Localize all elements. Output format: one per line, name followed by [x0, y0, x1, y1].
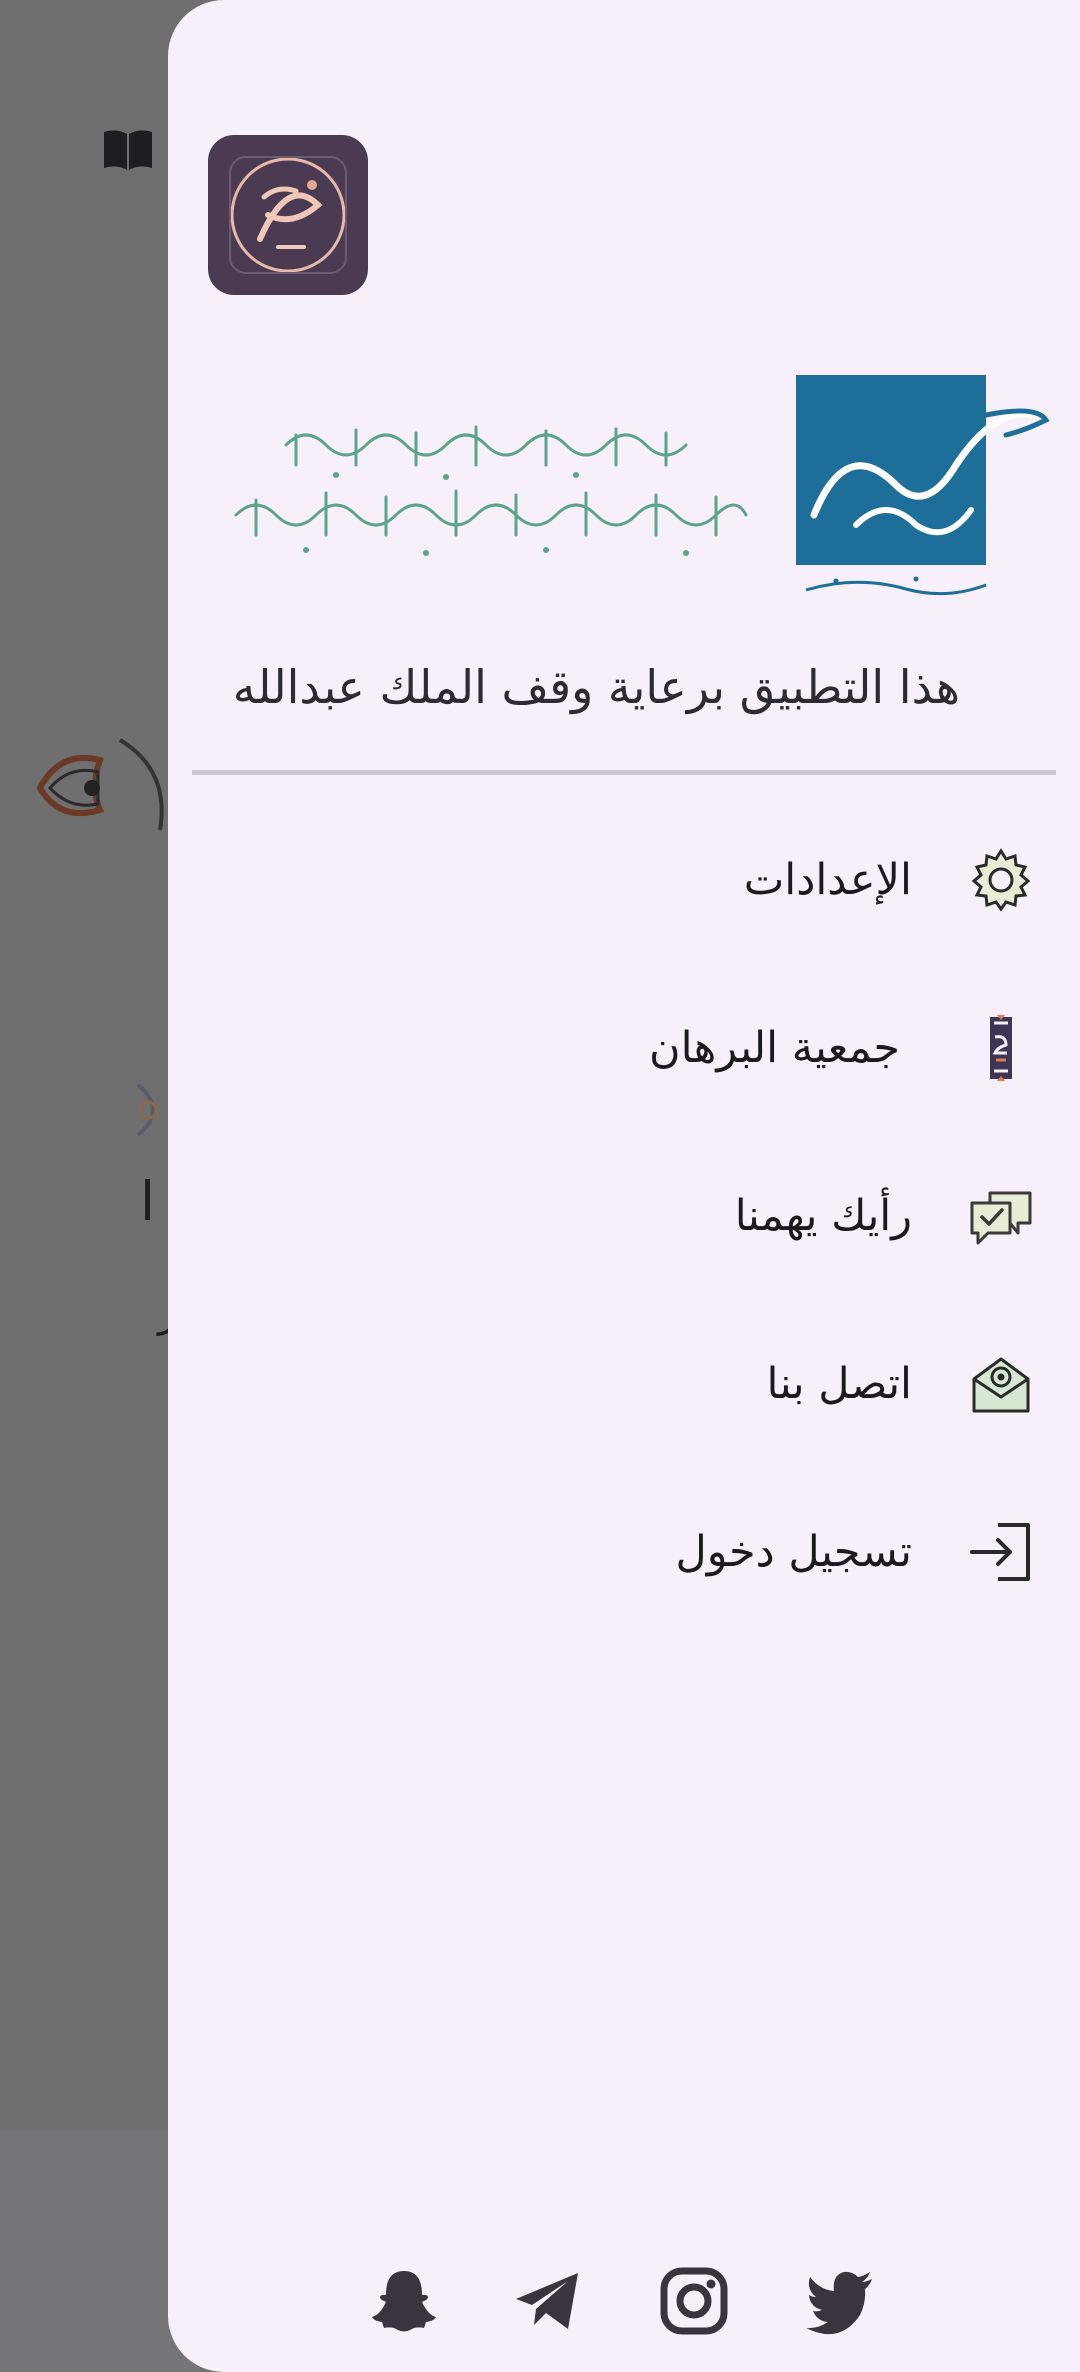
instagram-icon[interactable]: [658, 2265, 730, 2337]
contact-mail-icon: [972, 1357, 1030, 1413]
login-icon: [970, 1523, 1030, 1581]
navigation-drawer: هذا التطبيق برعاية وقف الملك عبدالله الإ…: [168, 0, 1080, 2372]
feedback-chat-icon: [970, 1191, 1032, 1245]
book-icon: [104, 130, 152, 170]
telegram-icon[interactable]: [512, 2265, 584, 2337]
sponsor-statement: هذا التطبيق برعاية وقف الملك عبدالله: [232, 660, 960, 714]
menu-item-label: تسجيل دخول: [675, 1527, 912, 1577]
menu-item-feedback[interactable]: رأيك يهمنا: [168, 1156, 1080, 1276]
menu-item-label: الإعدادات: [743, 855, 912, 905]
association-logo-icon: [990, 1015, 1012, 1081]
ornament-icon: [36, 738, 164, 831]
gear-icon: [971, 848, 1031, 912]
menu-item-login[interactable]: تسجيل دخول: [168, 1492, 1080, 1612]
menu-item-label: اتصل بنا: [766, 1359, 912, 1409]
sponsor-blue-logo: [796, 375, 1050, 596]
background-text: ا: [140, 1170, 156, 1233]
menu-item-burhan-association[interactable]: جمعية البرهان: [168, 988, 1080, 1108]
app-logo-emblem-icon: [229, 156, 347, 274]
divider: [192, 770, 1056, 775]
snapchat-icon[interactable]: [368, 2265, 440, 2337]
app-logo: [208, 135, 368, 295]
twitter-icon[interactable]: [804, 2265, 876, 2337]
menu-item-contact-us[interactable]: اتصل بنا: [168, 1324, 1080, 1444]
waqf-calligraphy-logo: [234, 425, 748, 556]
menu-item-settings[interactable]: الإعدادات: [168, 820, 1080, 940]
menu-item-label: جمعية البرهان: [649, 1023, 900, 1073]
menu-item-label: رأيك يهمنا: [734, 1191, 912, 1241]
